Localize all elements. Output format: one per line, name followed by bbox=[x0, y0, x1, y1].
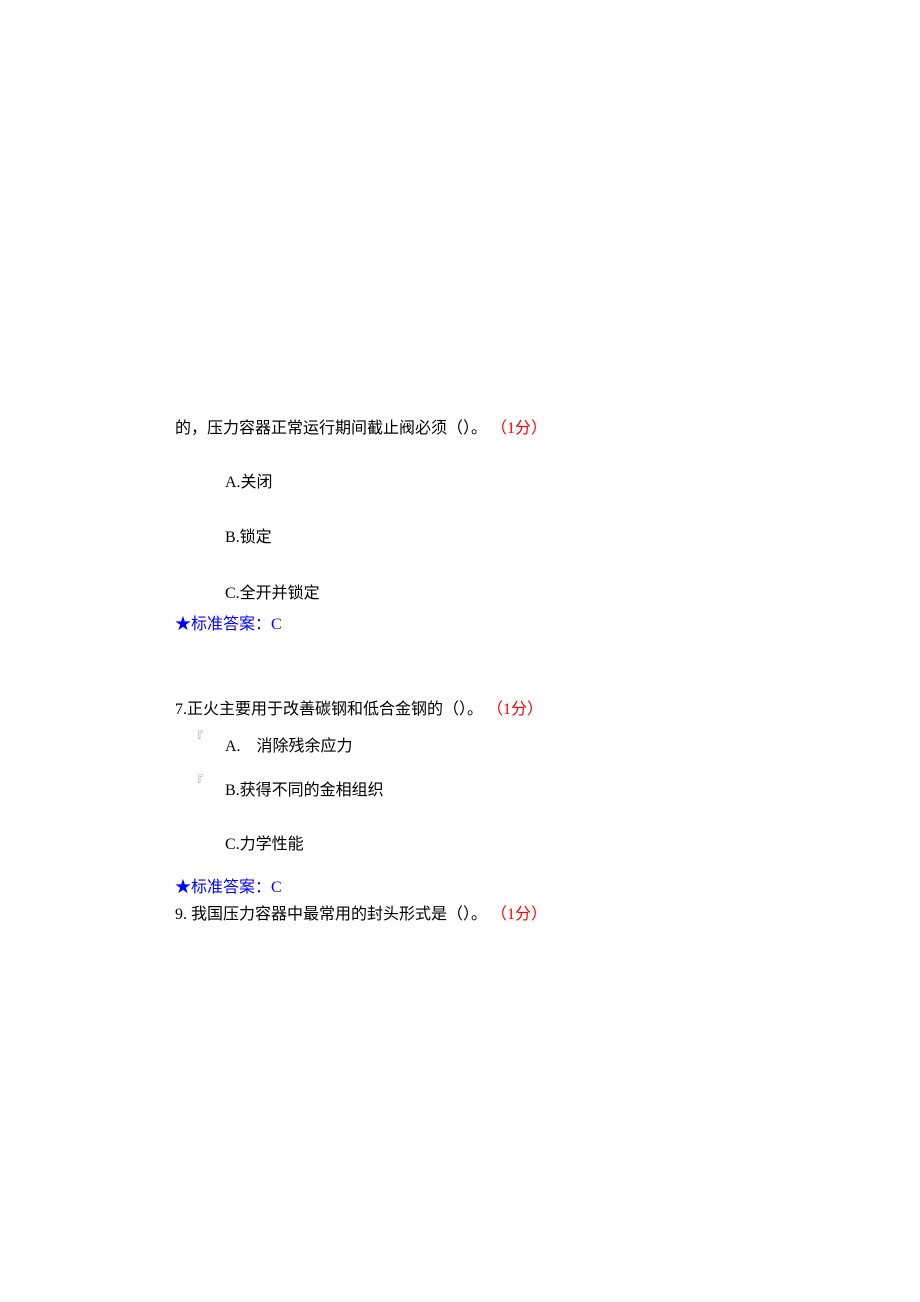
options-list: 『 A. 消除残余应力 『 B.获得不同的金相组织 C.力学性能 bbox=[225, 734, 775, 857]
exam-content: 的，压力容器正常运行期间截止阀必须（）。 （1分） A.关闭 B.锁定 C.全开… bbox=[175, 416, 775, 955]
option-b: B.获得不同的金相组织 bbox=[225, 778, 775, 804]
question-7: 7.正火主要用于改善碳钢和低合金钢的（）。 （1分） 『 A. 消除残余应力 『… bbox=[175, 697, 775, 900]
option-b: B.锁定 bbox=[225, 525, 775, 551]
question-stem: 9. 我国压力容器中最常用的封头形式是（）。 （1分） bbox=[175, 902, 775, 928]
stem-text: 的，压力容器正常运行期间截止阀必须（）。 bbox=[175, 420, 487, 437]
stem-text: 7.正火主要用于改善碳钢和低合金钢的（）。 bbox=[175, 701, 483, 718]
score-label: （1分） bbox=[491, 420, 547, 437]
standard-answer: ★标准答案：C bbox=[175, 877, 775, 899]
option-a: A. 消除残余应力 bbox=[225, 734, 775, 760]
question-stem: 7.正火主要用于改善碳钢和低合金钢的（）。 （1分） bbox=[175, 697, 775, 723]
question-stem: 的，压力容器正常运行期间截止阀必须（）。 （1分） bbox=[175, 416, 775, 442]
standard-answer: ★标准答案：C bbox=[175, 614, 775, 636]
score-label: （1分） bbox=[491, 906, 547, 923]
option-a: A.关闭 bbox=[225, 470, 775, 496]
score-label: （1分） bbox=[487, 701, 543, 718]
option-c: C.全开并锁定 bbox=[225, 581, 775, 607]
question-9: 9. 我国压力容器中最常用的封头形式是（）。 （1分） bbox=[175, 902, 775, 928]
bracket-marker-icon: 『 bbox=[191, 772, 203, 789]
stem-text: 9. 我国压力容器中最常用的封头形式是（）。 bbox=[175, 906, 487, 923]
options-list: A.关闭 B.锁定 C.全开并锁定 bbox=[225, 470, 775, 607]
bracket-marker-icon: 『 bbox=[191, 728, 203, 745]
option-c: C.力学性能 bbox=[225, 832, 775, 858]
question-6: 的，压力容器正常运行期间截止阀必须（）。 （1分） A.关闭 B.锁定 C.全开… bbox=[175, 416, 775, 637]
